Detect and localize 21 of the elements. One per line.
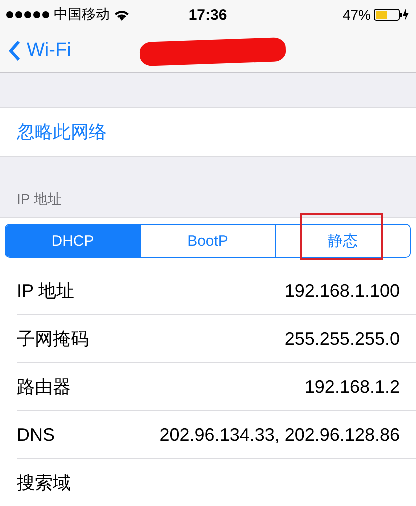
carrier-name: 中国移动 [54,6,110,24]
row-value: 255.255.255.0 [284,328,400,350]
row-value: 192.168.1.100 [284,280,400,302]
section-header: IP 地址 [17,191,62,209]
battery-percent: 47% [342,7,371,23]
segment-tab[interactable]: 静态 [275,225,410,257]
segment-tab[interactable]: DHCP [6,225,140,257]
row-label: 路由器 [17,376,71,399]
back-chevron-icon [9,40,21,62]
row-label: 搜索域 [17,472,71,495]
clock-time: 17:36 [188,6,228,24]
wifi-icon [114,9,130,21]
row-label: IP 地址 [17,280,75,303]
row-value: 192.168.1.2 [304,376,400,398]
signal-icon [6,11,50,19]
forget-network-button[interactable]: 忽略此网络 [0,107,416,157]
row-label: DNS [17,424,56,446]
row-value: 202.96.134.33, 202.96.128.86 [160,424,400,446]
row-label: 子网掩码 [17,328,89,351]
back-button[interactable]: Wi-Fi [0,40,72,62]
battery-icon [374,9,410,21]
